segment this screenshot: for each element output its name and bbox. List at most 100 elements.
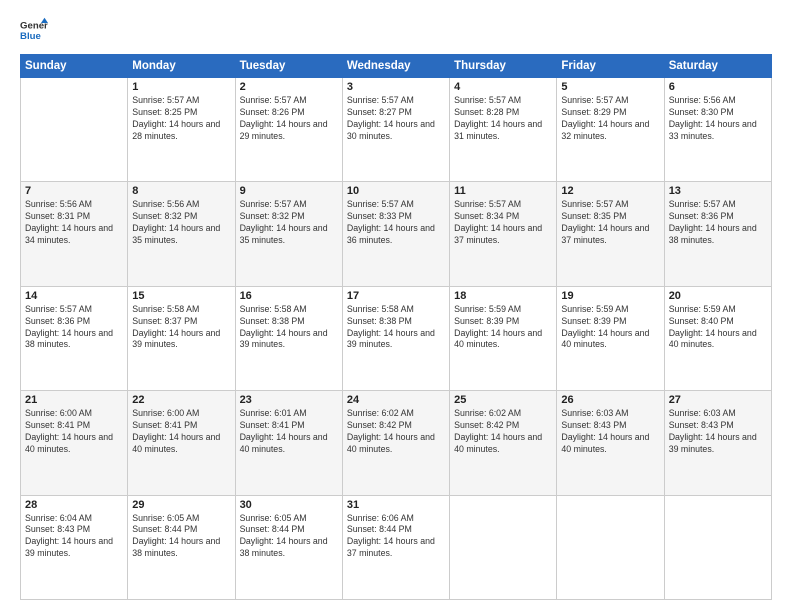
calendar-cell: 29 Sunrise: 6:05 AM Sunset: 8:44 PM Dayli… [128, 495, 235, 599]
day-number: 24 [347, 394, 445, 406]
day-number: 14 [25, 290, 123, 302]
day-number: 11 [454, 185, 552, 197]
day-number: 10 [347, 185, 445, 197]
day-number: 5 [561, 81, 659, 93]
weekday-header-friday: Friday [557, 55, 664, 78]
day-info: Sunrise: 5:56 AM Sunset: 8:32 PM Dayligh… [132, 199, 230, 247]
day-info: Sunrise: 5:59 AM Sunset: 8:39 PM Dayligh… [454, 304, 552, 352]
day-info: Sunrise: 6:00 AM Sunset: 8:41 PM Dayligh… [25, 408, 123, 456]
calendar-cell: 22 Sunrise: 6:00 AM Sunset: 8:41 PM Dayli… [128, 391, 235, 495]
weekday-header-thursday: Thursday [450, 55, 557, 78]
day-number: 29 [132, 499, 230, 511]
day-number: 30 [240, 499, 338, 511]
day-number: 31 [347, 499, 445, 511]
day-info: Sunrise: 6:05 AM Sunset: 8:44 PM Dayligh… [132, 513, 230, 561]
calendar-cell [664, 495, 771, 599]
calendar-cell: 31 Sunrise: 6:06 AM Sunset: 8:44 PM Dayli… [342, 495, 449, 599]
weekday-header-row: SundayMondayTuesdayWednesdayThursdayFrid… [21, 55, 772, 78]
day-info: Sunrise: 5:58 AM Sunset: 8:38 PM Dayligh… [347, 304, 445, 352]
calendar-cell [450, 495, 557, 599]
day-number: 3 [347, 81, 445, 93]
logo-icon: General Blue [20, 16, 48, 44]
day-number: 6 [669, 81, 767, 93]
svg-text:Blue: Blue [20, 31, 41, 42]
day-info: Sunrise: 5:59 AM Sunset: 8:39 PM Dayligh… [561, 304, 659, 352]
page: General Blue SundayMondayTuesdayWednesda… [0, 0, 792, 612]
calendar-cell: 6 Sunrise: 5:56 AM Sunset: 8:30 PM Daylig… [664, 78, 771, 182]
day-info: Sunrise: 6:02 AM Sunset: 8:42 PM Dayligh… [454, 408, 552, 456]
calendar-cell: 17 Sunrise: 5:58 AM Sunset: 8:38 PM Dayli… [342, 286, 449, 390]
day-number: 8 [132, 185, 230, 197]
day-number: 15 [132, 290, 230, 302]
day-info: Sunrise: 5:57 AM Sunset: 8:28 PM Dayligh… [454, 95, 552, 143]
day-info: Sunrise: 5:58 AM Sunset: 8:37 PM Dayligh… [132, 304, 230, 352]
calendar-cell: 21Sunrise: 6:00 AM Sunset: 8:41 PM Dayli… [21, 391, 128, 495]
calendar-cell [21, 78, 128, 182]
day-info: Sunrise: 5:57 AM Sunset: 8:29 PM Dayligh… [561, 95, 659, 143]
weekday-header-sunday: Sunday [21, 55, 128, 78]
weekday-header-monday: Monday [128, 55, 235, 78]
calendar-cell: 3Sunrise: 5:57 AM Sunset: 8:27 PM Daylig… [342, 78, 449, 182]
day-number: 28 [25, 499, 123, 511]
calendar-cell: 20 Sunrise: 5:59 AM Sunset: 8:40 PM Dayli… [664, 286, 771, 390]
day-number: 16 [240, 290, 338, 302]
day-number: 25 [454, 394, 552, 406]
day-info: Sunrise: 6:02 AM Sunset: 8:42 PM Dayligh… [347, 408, 445, 456]
day-number: 12 [561, 185, 659, 197]
day-info: Sunrise: 6:01 AM Sunset: 8:41 PM Dayligh… [240, 408, 338, 456]
day-number: 22 [132, 394, 230, 406]
calendar-cell: 14 Sunrise: 5:57 AM Sunset: 8:36 PM Dayli… [21, 286, 128, 390]
logo: General Blue [20, 16, 48, 44]
calendar-cell: 4Sunrise: 5:57 AM Sunset: 8:28 PM Daylig… [450, 78, 557, 182]
day-info: Sunrise: 5:59 AM Sunset: 8:40 PM Dayligh… [669, 304, 767, 352]
day-info: Sunrise: 5:58 AM Sunset: 8:38 PM Dayligh… [240, 304, 338, 352]
calendar-cell: 2 Sunrise: 5:57 AM Sunset: 8:26 PM Daylig… [235, 78, 342, 182]
day-info: Sunrise: 5:57 AM Sunset: 8:32 PM Dayligh… [240, 199, 338, 247]
day-number: 13 [669, 185, 767, 197]
day-number: 7 [25, 185, 123, 197]
day-number: 19 [561, 290, 659, 302]
calendar-week-row: 7Sunrise: 5:56 AM Sunset: 8:31 PM Daylig… [21, 182, 772, 286]
calendar-cell: 9 Sunrise: 5:57 AM Sunset: 8:32 PM Daylig… [235, 182, 342, 286]
calendar-cell: 13Sunrise: 5:57 AM Sunset: 8:36 PM Dayli… [664, 182, 771, 286]
day-info: Sunrise: 5:56 AM Sunset: 8:30 PM Dayligh… [669, 95, 767, 143]
day-number: 27 [669, 394, 767, 406]
weekday-header-tuesday: Tuesday [235, 55, 342, 78]
calendar-week-row: 1Sunrise: 5:57 AM Sunset: 8:25 PM Daylig… [21, 78, 772, 182]
calendar-cell: 15 Sunrise: 5:58 AM Sunset: 8:37 PM Dayli… [128, 286, 235, 390]
calendar-table: SundayMondayTuesdayWednesdayThursdayFrid… [20, 54, 772, 600]
day-info: Sunrise: 6:03 AM Sunset: 8:43 PM Dayligh… [669, 408, 767, 456]
day-info: Sunrise: 6:00 AM Sunset: 8:41 PM Dayligh… [132, 408, 230, 456]
day-info: Sunrise: 5:57 AM Sunset: 8:35 PM Dayligh… [561, 199, 659, 247]
day-number: 20 [669, 290, 767, 302]
calendar-cell: 7Sunrise: 5:56 AM Sunset: 8:31 PM Daylig… [21, 182, 128, 286]
day-number: 18 [454, 290, 552, 302]
calendar-cell: 19 Sunrise: 5:59 AM Sunset: 8:39 PM Dayli… [557, 286, 664, 390]
calendar-week-row: 28Sunrise: 6:04 AM Sunset: 8:43 PM Dayli… [21, 495, 772, 599]
day-info: Sunrise: 6:06 AM Sunset: 8:44 PM Dayligh… [347, 513, 445, 561]
header: General Blue [20, 16, 772, 44]
day-number: 9 [240, 185, 338, 197]
weekday-header-wednesday: Wednesday [342, 55, 449, 78]
day-number: 23 [240, 394, 338, 406]
calendar-cell: 26 Sunrise: 6:03 AM Sunset: 8:43 PM Dayli… [557, 391, 664, 495]
day-info: Sunrise: 5:57 AM Sunset: 8:26 PM Dayligh… [240, 95, 338, 143]
calendar-cell: 12 Sunrise: 5:57 AM Sunset: 8:35 PM Dayli… [557, 182, 664, 286]
calendar-cell: 28Sunrise: 6:04 AM Sunset: 8:43 PM Dayli… [21, 495, 128, 599]
day-number: 26 [561, 394, 659, 406]
day-info: Sunrise: 5:57 AM Sunset: 8:36 PM Dayligh… [25, 304, 123, 352]
calendar-cell: 11Sunrise: 5:57 AM Sunset: 8:34 PM Dayli… [450, 182, 557, 286]
calendar-cell: 8 Sunrise: 5:56 AM Sunset: 8:32 PM Daylig… [128, 182, 235, 286]
calendar-cell: 1Sunrise: 5:57 AM Sunset: 8:25 PM Daylig… [128, 78, 235, 182]
calendar-cell [557, 495, 664, 599]
day-number: 17 [347, 290, 445, 302]
calendar-cell: 30 Sunrise: 6:05 AM Sunset: 8:44 PM Dayli… [235, 495, 342, 599]
day-number: 1 [132, 81, 230, 93]
calendar-cell: 10Sunrise: 5:57 AM Sunset: 8:33 PM Dayli… [342, 182, 449, 286]
day-info: Sunrise: 6:05 AM Sunset: 8:44 PM Dayligh… [240, 513, 338, 561]
day-number: 2 [240, 81, 338, 93]
calendar-cell: 24 Sunrise: 6:02 AM Sunset: 8:42 PM Dayli… [342, 391, 449, 495]
calendar-week-row: 21Sunrise: 6:00 AM Sunset: 8:41 PM Dayli… [21, 391, 772, 495]
calendar-cell: 5 Sunrise: 5:57 AM Sunset: 8:29 PM Daylig… [557, 78, 664, 182]
day-info: Sunrise: 6:03 AM Sunset: 8:43 PM Dayligh… [561, 408, 659, 456]
